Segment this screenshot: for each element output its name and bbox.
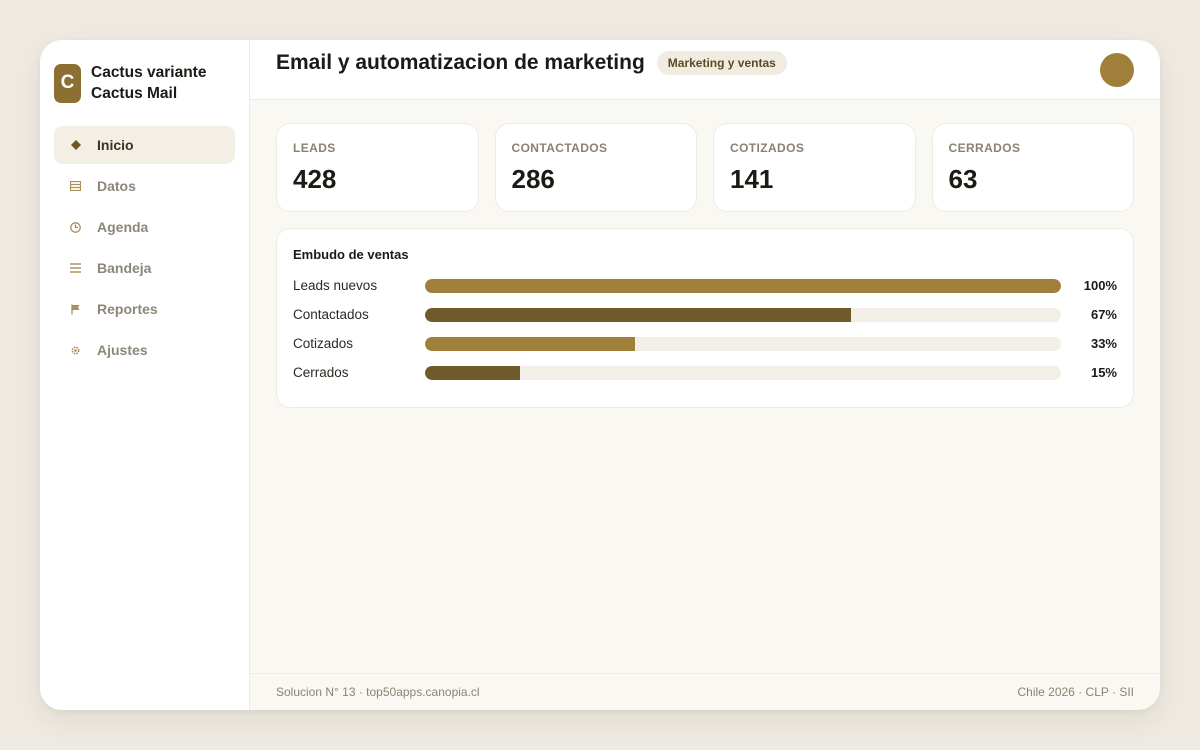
funnel-percent: 67% <box>1090 307 1117 322</box>
funnel-bar <box>425 365 521 380</box>
category-badge: Marketing y ventas <box>656 50 787 75</box>
stat-value: 428 <box>293 164 337 194</box>
sidebar-item-label: Ajustes <box>97 342 148 358</box>
main-area: Email y automatizacion de marketing Mark… <box>250 40 1160 710</box>
funnel-label: Cotizados <box>293 336 354 351</box>
stat-value: 286 <box>511 164 555 194</box>
table-icon <box>69 180 82 193</box>
list-icon <box>69 262 82 275</box>
funnel-bar <box>425 307 852 322</box>
sidebar: C Cactus variante Cactus Mail Inicio Dat… <box>40 40 250 710</box>
stat-label: CONTACTADOS <box>511 141 608 155</box>
sidebar-item-label: Reportes <box>97 301 158 317</box>
footer-right: Chile 2026 · CLP · SII <box>1017 685 1134 699</box>
funnel-track <box>425 278 1061 293</box>
funnel-row: Cerrados 15% <box>293 358 1117 387</box>
sidebar-item-label: Bandeja <box>97 260 152 276</box>
sidebar-item-bandeja[interactable]: Bandeja <box>54 249 235 287</box>
sidebar-item-reportes[interactable]: Reportes <box>54 290 235 328</box>
header: Email y automatizacion de marketing Mark… <box>250 40 1160 100</box>
funnel-bar <box>425 278 1061 293</box>
sidebar-nav: Inicio Datos Agenda Bandeja Reportes Aju… <box>54 126 235 369</box>
funnel-percent: 33% <box>1090 336 1117 351</box>
sidebar-item-inicio[interactable]: Inicio <box>54 126 235 164</box>
funnel-title: Embudo de ventas <box>293 247 409 262</box>
funnel-track <box>425 365 1061 380</box>
brand-name-line1: Cactus variante <box>91 64 207 81</box>
avatar[interactable] <box>1100 53 1134 87</box>
footer: Solucion N° 13 · top50apps.canopia.cl Ch… <box>250 673 1160 710</box>
stat-card-cotizados: COTIZADOS 141 <box>713 123 916 212</box>
sidebar-item-ajustes[interactable]: Ajustes <box>54 331 235 369</box>
stat-card-cerrados: CERRADOS 63 <box>931 123 1134 212</box>
brand-name-line2: Cactus Mail <box>91 85 178 102</box>
app-window: C Cactus variante Cactus Mail Inicio Dat… <box>40 40 1160 710</box>
funnel-row: Contactados 67% <box>293 300 1117 329</box>
funnel-row: Cotizados 33% <box>293 329 1117 358</box>
stats-row: LEADS 428 CONTACTADOS 286 COTIZADOS 141 … <box>276 123 1134 212</box>
funnel-percent: 15% <box>1090 365 1117 380</box>
brand: C Cactus variante Cactus Mail <box>54 62 235 104</box>
flag-icon <box>69 303 82 316</box>
funnel-label: Contactados <box>293 307 369 322</box>
sidebar-item-label: Inicio <box>97 137 134 153</box>
stat-label: CERRADOS <box>948 141 1021 155</box>
page-title: Email y automatizacion de marketing <box>276 50 645 74</box>
funnel-track <box>425 336 1061 351</box>
content: LEADS 428 CONTACTADOS 286 COTIZADOS 141 … <box>250 100 1160 673</box>
funnel-label: Leads nuevos <box>293 278 378 293</box>
sales-funnel-card: Embudo de ventas Leads nuevos 100% Conta… <box>276 228 1134 408</box>
sidebar-item-label: Agenda <box>97 219 149 235</box>
brand-logo: C <box>54 63 81 103</box>
clock-icon <box>69 221 82 234</box>
stat-label: COTIZADOS <box>730 141 805 155</box>
sidebar-item-label: Datos <box>97 178 136 194</box>
funnel-bar <box>425 336 635 351</box>
gear-icon <box>69 344 82 357</box>
funnel-percent: 100% <box>1083 278 1117 293</box>
sidebar-item-datos[interactable]: Datos <box>54 167 235 205</box>
stat-value: 141 <box>730 164 774 194</box>
stat-value: 63 <box>948 164 978 194</box>
funnel-label: Cerrados <box>293 365 349 380</box>
brand-name: Cactus variante Cactus Mail <box>91 62 206 104</box>
stat-card-leads: LEADS 428 <box>276 123 479 212</box>
footer-left: Solucion N° 13 · top50apps.canopia.cl <box>276 685 480 699</box>
diamond-icon <box>69 139 82 152</box>
stat-card-contactados: CONTACTADOS 286 <box>494 123 697 212</box>
funnel-row: Leads nuevos 100% <box>293 271 1117 300</box>
stat-label: LEADS <box>293 141 336 155</box>
sidebar-item-agenda[interactable]: Agenda <box>54 208 235 246</box>
funnel-track <box>425 307 1061 322</box>
